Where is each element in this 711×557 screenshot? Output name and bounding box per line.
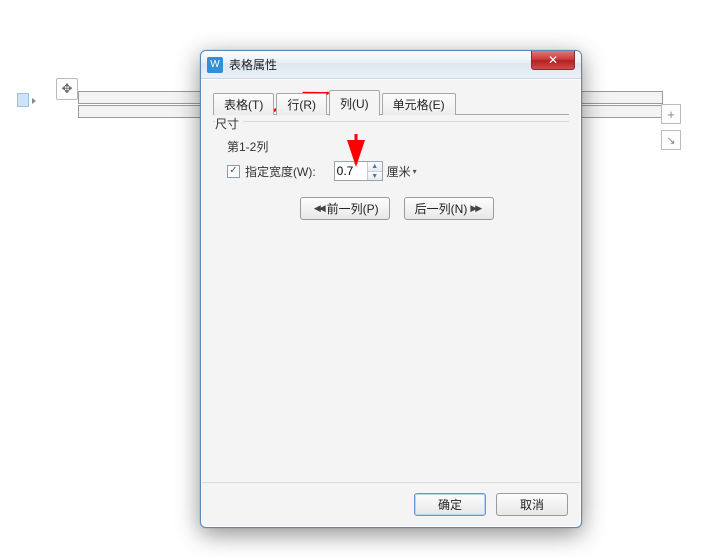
- column-range-label: 第1-2列: [227, 138, 567, 155]
- tab-row[interactable]: 行(R): [276, 93, 327, 115]
- unit-dropdown[interactable]: 厘米: [387, 163, 417, 180]
- next-column-button[interactable]: 后一列(N) ▶▶: [404, 197, 495, 220]
- tab-column[interactable]: 列(U): [329, 90, 380, 116]
- cancel-button[interactable]: 取消: [496, 493, 568, 516]
- size-fieldset: 尺寸 第1-2列 指定宽度(W): ▲ ▼ 厘米: [213, 121, 569, 220]
- document-icon: [17, 93, 29, 107]
- tab-cell[interactable]: 单元格(E): [382, 93, 456, 115]
- titlebar[interactable]: W 表格属性 ✕: [201, 51, 581, 79]
- width-input[interactable]: [335, 162, 367, 180]
- dialog-title: 表格属性: [229, 56, 277, 73]
- ok-button[interactable]: 确定: [414, 493, 486, 516]
- prev-column-label: 前一列(P): [327, 200, 379, 217]
- size-legend: 尺寸: [215, 115, 243, 132]
- next-column-label: 后一列(N): [415, 200, 468, 217]
- chevron-right-icon: ▶▶: [470, 203, 480, 214]
- add-row-handle[interactable]: +: [661, 104, 681, 124]
- chevron-left-icon: ◀◀: [314, 203, 324, 214]
- dialog-footer: 确定 取消: [202, 482, 580, 526]
- close-button[interactable]: ✕: [531, 51, 575, 70]
- table-properties-dialog: W 表格属性 ✕ 表格(T) 行(R) 列(U) 单元格(E) 尺寸 第1-2列…: [200, 50, 582, 528]
- spin-down-button[interactable]: ▼: [368, 171, 382, 180]
- spin-up-button[interactable]: ▲: [368, 162, 382, 171]
- prev-column-button[interactable]: ◀◀ 前一列(P): [300, 197, 390, 220]
- tab-table[interactable]: 表格(T): [213, 93, 274, 115]
- specify-width-label: 指定宽度(W):: [245, 163, 316, 180]
- app-icon: W: [207, 57, 223, 73]
- width-spinner[interactable]: ▲ ▼: [334, 161, 383, 181]
- tabstrip: 表格(T) 行(R) 列(U) 单元格(E): [213, 89, 569, 115]
- resize-handle[interactable]: ↘: [661, 130, 681, 150]
- table-move-handle[interactable]: ✥: [56, 78, 78, 100]
- close-icon: ✕: [548, 53, 558, 67]
- specify-width-checkbox[interactable]: [227, 165, 240, 178]
